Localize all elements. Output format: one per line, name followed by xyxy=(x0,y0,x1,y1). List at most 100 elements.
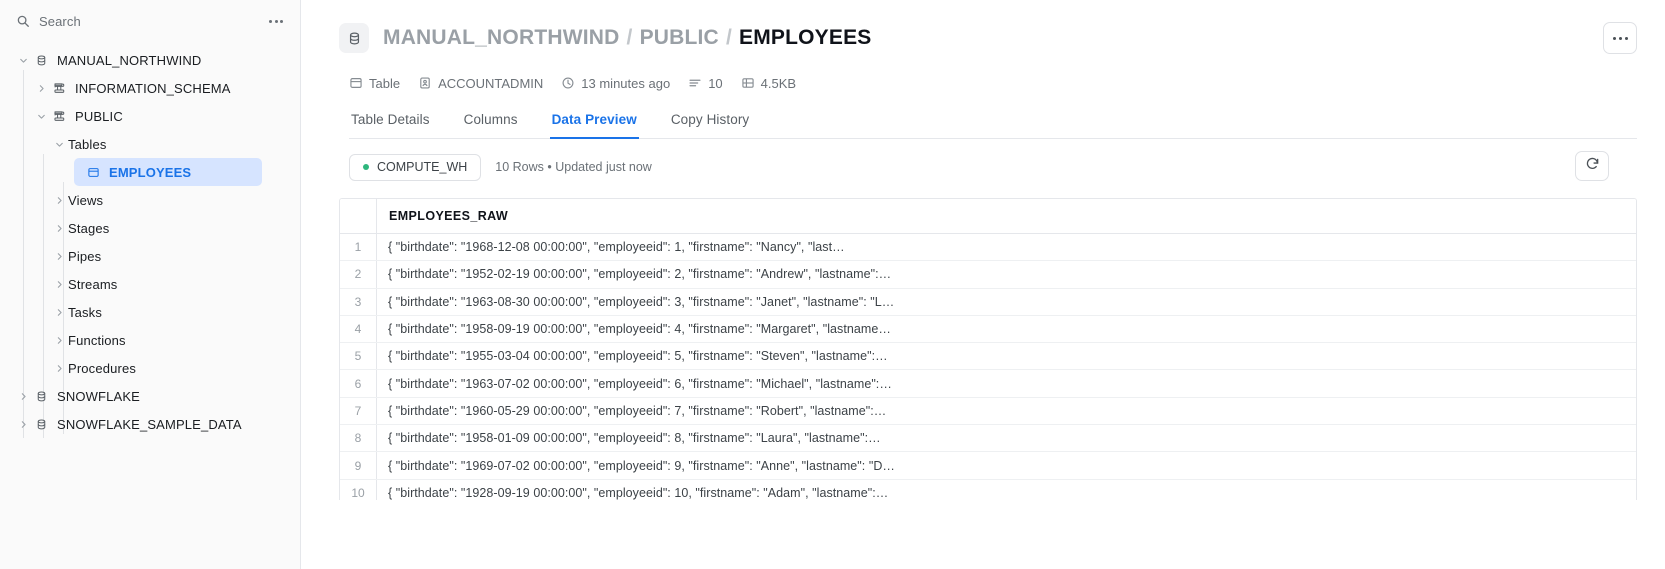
search-bar[interactable]: Search xyxy=(0,0,300,42)
tree-node-snowflake-sample-data[interactable]: SNOWFLAKE_SAMPLE_DATA xyxy=(0,410,292,438)
meta-label-modified: 13 minutes ago xyxy=(581,75,671,91)
object-overflow-menu-button[interactable] xyxy=(1603,22,1637,54)
tree-node-label: Tasks xyxy=(68,304,102,320)
tree-node-procedures[interactable]: Procedures xyxy=(0,354,292,382)
tree-node-views[interactable]: Views xyxy=(0,186,292,214)
preview-status-bar: COMPUTE_WH 10 Rows • Updated just now xyxy=(349,151,1637,181)
table-row[interactable]: 7{ "birthdate": "1960-05-29 00:00:00", "… xyxy=(340,397,1636,426)
grid-column-header[interactable]: EMPLOYEES_RAW xyxy=(377,209,508,223)
tree-node-label: PUBLIC xyxy=(75,108,123,124)
breadcrumb-database[interactable]: MANUAL_NORTHWIND xyxy=(383,26,620,50)
tab-data-preview[interactable]: Data Preview xyxy=(549,112,640,139)
tree-node-information-schema[interactable]: INFORMATION_SCHEMA xyxy=(0,74,292,102)
cell-employees-raw[interactable]: { "birthdate": "1952-02-19 00:00:00", "e… xyxy=(377,267,1636,281)
table-row[interactable]: 10{ "birthdate": "1928-09-19 00:00:00", … xyxy=(340,479,1636,500)
object-browser-sidebar: Search MANUAL_NORTHWIND INFORMATION_SCHEM… xyxy=(0,0,301,569)
warehouse-status-dot xyxy=(363,164,369,170)
object-header: MANUAL_NORTHWIND / PUBLIC / EMPLOYEES Ta… xyxy=(301,0,1665,181)
chevron-right-icon[interactable] xyxy=(50,359,68,377)
chevron-right-icon[interactable] xyxy=(50,191,68,209)
breadcrumb-separator: / xyxy=(725,26,732,49)
database-icon xyxy=(339,23,369,53)
cell-employees-raw[interactable]: { "birthdate": "1955-03-04 00:00:00", "e… xyxy=(377,349,1636,363)
grid-header-row: EMPLOYEES_RAW xyxy=(340,199,1636,234)
refresh-icon xyxy=(1585,156,1600,176)
chevron-right-icon[interactable] xyxy=(50,219,68,237)
table-icon xyxy=(349,76,363,90)
warehouse-selector[interactable]: COMPUTE_WH xyxy=(349,153,482,181)
chevron-right-icon[interactable] xyxy=(50,275,68,293)
database-icon xyxy=(32,51,50,69)
schema-icon xyxy=(50,79,68,97)
table-row[interactable]: 4{ "birthdate": "1958-09-19 00:00:00", "… xyxy=(340,315,1636,344)
cell-employees-raw[interactable]: { "birthdate": "1958-01-09 00:00:00", "e… xyxy=(377,431,1636,445)
tree-node-snowflake[interactable]: SNOWFLAKE xyxy=(0,382,292,410)
user-badge-icon xyxy=(418,76,432,90)
tab-table-details[interactable]: Table Details xyxy=(349,112,432,138)
sidebar-overflow-menu-icon[interactable] xyxy=(266,11,286,31)
row-number: 7 xyxy=(340,397,377,425)
tree-node-pipes[interactable]: Pipes xyxy=(0,242,292,270)
table-row[interactable]: 3{ "birthdate": "1963-08-30 00:00:00", "… xyxy=(340,288,1636,316)
table-icon xyxy=(84,163,102,181)
chevron-right-icon[interactable] xyxy=(32,79,50,97)
row-number: 5 xyxy=(340,343,377,370)
search-icon xyxy=(16,14,30,28)
data-preview-grid: EMPLOYEES_RAW 1{ "birthdate": "1968-12-0… xyxy=(339,198,1637,500)
breadcrumb-schema[interactable]: PUBLIC xyxy=(640,26,719,50)
chevron-down-icon[interactable] xyxy=(50,135,68,153)
refresh-button[interactable] xyxy=(1575,151,1609,181)
table-row[interactable]: 9{ "birthdate": "1969-07-02 00:00:00", "… xyxy=(340,452,1636,480)
row-number: 2 xyxy=(340,261,377,288)
cell-employees-raw[interactable]: { "birthdate": "1958-09-19 00:00:00", "e… xyxy=(377,322,1636,336)
table-row[interactable]: 2{ "birthdate": "1952-02-19 00:00:00", "… xyxy=(340,261,1636,289)
cell-employees-raw[interactable]: { "birthdate": "1968-12-08 00:00:00", "e… xyxy=(377,240,1636,254)
tree-node-public[interactable]: PUBLIC xyxy=(0,102,292,130)
row-number: 6 xyxy=(340,370,377,397)
tab-copy-history[interactable]: Copy History xyxy=(669,112,751,138)
chevron-right-icon[interactable] xyxy=(50,331,68,349)
meta-item-owner: ACCOUNTADMIN xyxy=(418,76,543,91)
object-tabs: Table Details Columns Data Preview Copy His… xyxy=(349,112,1637,139)
meta-item-type: Table xyxy=(349,76,400,91)
tree-node-functions[interactable]: Functions xyxy=(0,326,292,354)
breadcrumb-path: MANUAL_NORTHWIND / PUBLIC / EMPLOYEES xyxy=(383,26,871,50)
meta-label-rows: 10 xyxy=(708,75,723,91)
tree-node-tasks[interactable]: Tasks xyxy=(0,298,292,326)
rows-icon xyxy=(688,76,702,90)
tree-node-label: Views xyxy=(68,192,104,208)
chevron-right-icon[interactable] xyxy=(14,387,32,405)
tree-node-employees[interactable]: EMPLOYEES xyxy=(74,158,262,186)
row-number: 1 xyxy=(340,234,377,261)
tree-node-streams[interactable]: Streams xyxy=(0,270,292,298)
chevron-right-icon[interactable] xyxy=(50,247,68,265)
tree-node-label: Functions xyxy=(68,332,126,348)
table-row[interactable]: 6{ "birthdate": "1963-07-02 00:00:00", "… xyxy=(340,370,1636,398)
cell-employees-raw[interactable]: { "birthdate": "1928-09-19 00:00:00", "e… xyxy=(377,486,1636,500)
app-root: Search MANUAL_NORTHWIND INFORMATION_SCHEM… xyxy=(0,0,1665,569)
table-row[interactable]: 5{ "birthdate": "1955-03-04 00:00:00", "… xyxy=(340,343,1636,371)
table-row[interactable]: 8{ "birthdate": "1958-01-09 00:00:00", "… xyxy=(340,425,1636,453)
chevron-right-icon[interactable] xyxy=(50,303,68,321)
tree-node-label: Procedures xyxy=(68,360,136,376)
tree-node-label: INFORMATION_SCHEMA xyxy=(75,80,231,96)
tree-node-stages[interactable]: Stages xyxy=(0,214,292,242)
chevron-down-icon[interactable] xyxy=(14,51,32,69)
table-row[interactable]: 1{ "birthdate": "1968-12-08 00:00:00", "… xyxy=(340,234,1636,262)
tree-node-tables[interactable]: Tables xyxy=(0,130,292,158)
chevron-right-icon[interactable] xyxy=(14,415,32,433)
cell-employees-raw[interactable]: { "birthdate": "1969-07-02 00:00:00", "e… xyxy=(377,459,1636,473)
tree-node-label: MANUAL_NORTHWIND xyxy=(57,52,202,68)
database-icon xyxy=(32,415,50,433)
cell-employees-raw[interactable]: { "birthdate": "1963-07-02 00:00:00", "e… xyxy=(377,377,1636,391)
tree-node-manual-northwind[interactable]: MANUAL_NORTHWIND xyxy=(0,46,292,74)
breadcrumb-object: EMPLOYEES xyxy=(738,26,872,49)
chevron-down-icon[interactable] xyxy=(32,107,50,125)
tab-columns[interactable]: Columns xyxy=(462,112,520,138)
cell-employees-raw[interactable]: { "birthdate": "1960-05-29 00:00:00", "e… xyxy=(377,404,1636,418)
meta-item-size: 4.5KB xyxy=(741,76,796,91)
database-tree: MANUAL_NORTHWIND INFORMATION_SCHEMA PUBLIC… xyxy=(0,42,300,438)
cell-employees-raw[interactable]: { "birthdate": "1963-08-30 00:00:00", "e… xyxy=(377,295,1636,309)
row-number: 8 xyxy=(340,425,377,452)
search-input[interactable]: Search xyxy=(39,14,257,29)
